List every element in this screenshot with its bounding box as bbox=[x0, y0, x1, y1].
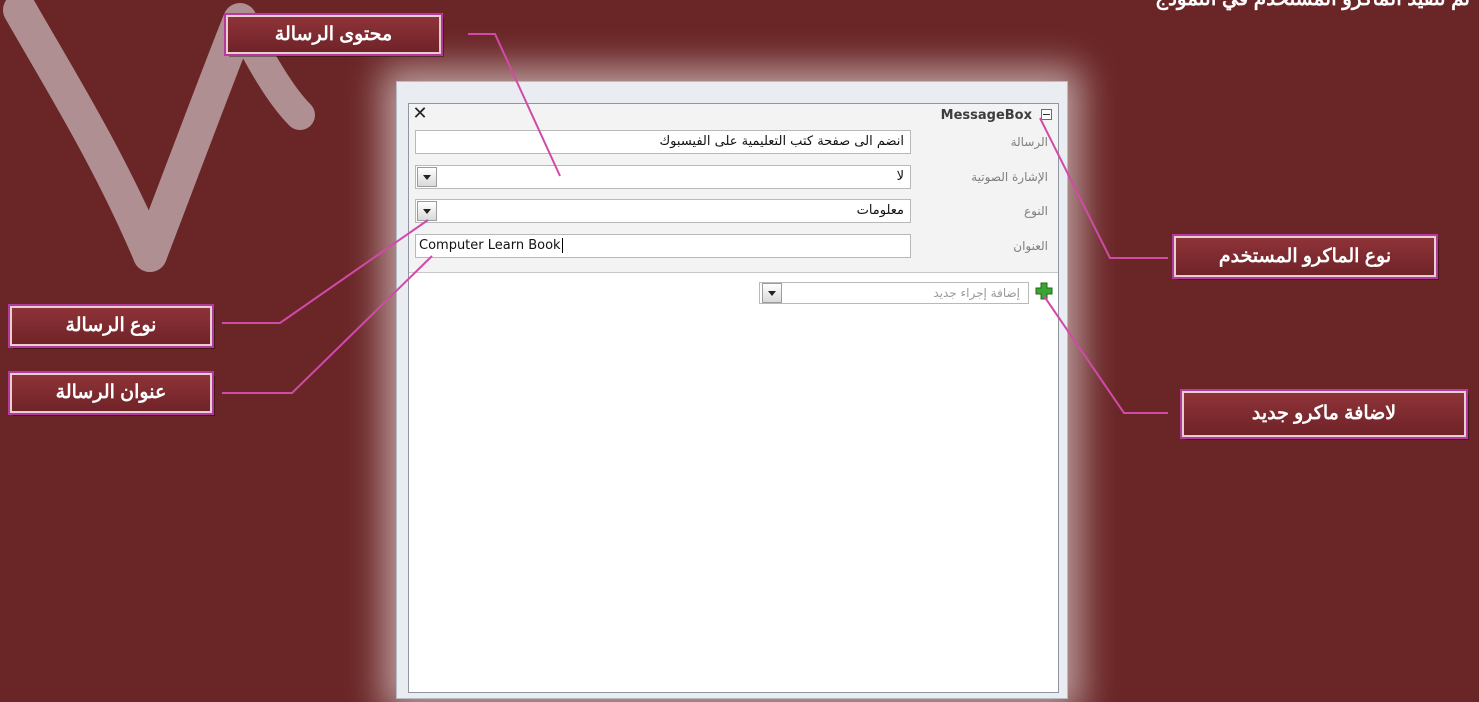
message-label: الرسالة bbox=[1010, 135, 1048, 149]
callout-add-new-macro: لاضافة ماكرو جديد bbox=[1180, 389, 1468, 439]
callout-message-type: نوع الرسالة bbox=[8, 304, 214, 348]
callout-message-title: عنوان الرسالة bbox=[8, 371, 214, 415]
beep-row: الإشارة الصوتية لا bbox=[409, 165, 1058, 191]
add-new-action-select[interactable]: إضافة إجراء جديد bbox=[759, 282, 1029, 304]
message-row: الرسالة انضم الى صفحة كتب التعليمية على … bbox=[409, 130, 1058, 156]
message-value: انضم الى صفحة كتب التعليمية على الفيسبوك bbox=[659, 134, 904, 149]
title-input[interactable]: Computer Learn Book bbox=[415, 234, 911, 258]
action-title: MessageBox bbox=[940, 108, 1032, 123]
title-value-wrap: Computer Learn Book bbox=[419, 238, 563, 253]
message-input[interactable]: انضم الى صفحة كتب التعليمية على الفيسبوك bbox=[415, 130, 911, 154]
messagebox-action-block[interactable]: ✕ MessageBox الرسالة انضم الى صفحة كتب ا… bbox=[409, 104, 1058, 273]
green-plus-icon[interactable] bbox=[1035, 282, 1053, 300]
beep-value: لا bbox=[896, 169, 904, 184]
type-row: النوع معلومات bbox=[409, 199, 1058, 225]
callout-message-content: محتوى الرسالة bbox=[224, 13, 443, 56]
beep-label: الإشارة الصوتية bbox=[971, 170, 1048, 184]
collapse-minus-icon[interactable] bbox=[1041, 109, 1052, 120]
type-select[interactable]: معلومات bbox=[415, 199, 911, 223]
macro-actions-panel: ✕ MessageBox الرسالة انضم الى صفحة كتب ا… bbox=[408, 103, 1059, 693]
add-new-action-row: إضافة إجراء جديد bbox=[759, 282, 1058, 306]
add-new-action-placeholder: إضافة إجراء جديد bbox=[933, 286, 1020, 300]
type-value: معلومات bbox=[856, 203, 904, 218]
top-caption: تم تنفيذ الماكرو المستخدم في النموذج bbox=[700, 0, 1470, 14]
chevron-down-icon[interactable] bbox=[762, 283, 782, 303]
title-row: العنوان Computer Learn Book bbox=[409, 234, 1058, 260]
callout-macro-type: نوع الماكرو المستخدم bbox=[1172, 234, 1438, 279]
beep-select[interactable]: لا bbox=[415, 165, 911, 189]
chevron-down-icon[interactable] bbox=[417, 167, 437, 187]
chevron-down-icon[interactable] bbox=[417, 201, 437, 221]
macro-design-window: ✕ MessageBox الرسالة انضم الى صفحة كتب ا… bbox=[396, 81, 1068, 699]
title-value: Computer Learn Book bbox=[419, 238, 561, 253]
title-label: العنوان bbox=[1013, 239, 1048, 253]
close-icon[interactable]: ✕ bbox=[411, 105, 429, 123]
type-label: النوع bbox=[1024, 204, 1048, 218]
text-caret bbox=[561, 238, 563, 253]
